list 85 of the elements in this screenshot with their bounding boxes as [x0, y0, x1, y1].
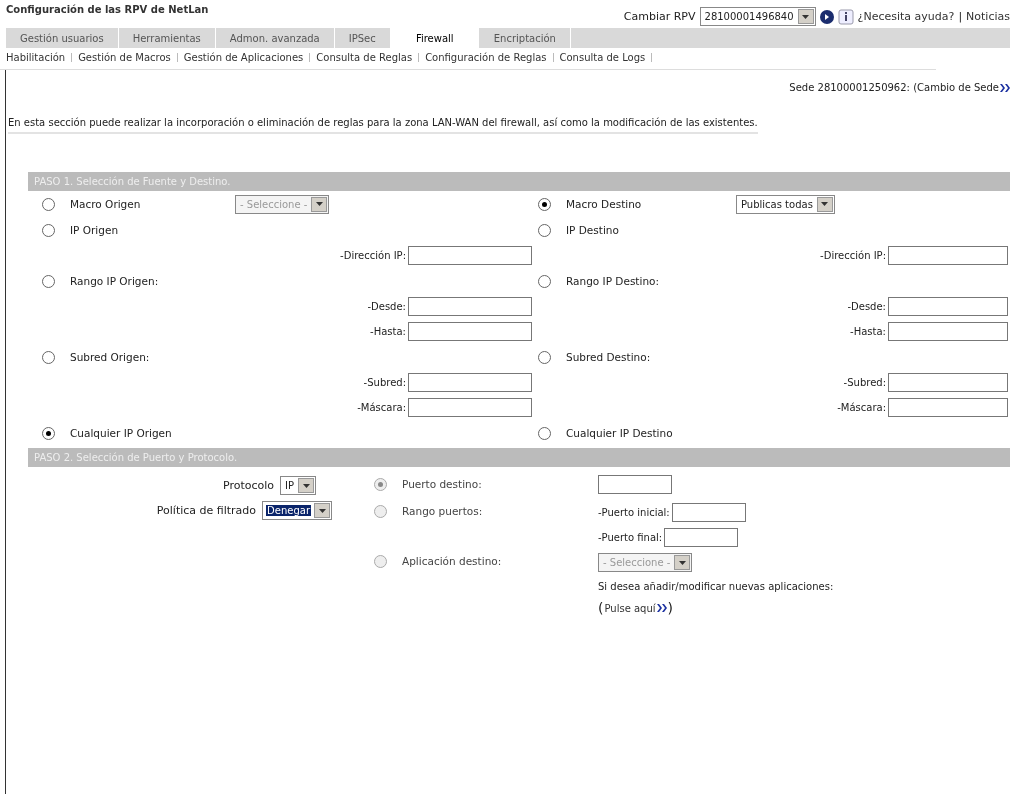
radio-button[interactable] — [538, 274, 551, 288]
radio-label: Subred Destino: — [566, 351, 652, 363]
dropdown[interactable]: Denegar — [262, 501, 332, 520]
text-field[interactable] — [888, 398, 1008, 417]
radio-label: Macro Destino — [566, 198, 643, 210]
radio-label: Puerto destino: — [402, 478, 483, 490]
setting-label: Protocolo — [222, 479, 274, 492]
field-label: -Desde: — [367, 301, 406, 312]
text-field[interactable] — [671, 503, 746, 522]
header-link[interactable]: Noticias — [966, 10, 1010, 23]
caret-icon — [821, 202, 829, 206]
field-label: -Máscara: — [837, 402, 886, 413]
rpv-dropdown[interactable]: 28100001496840 — [699, 7, 816, 26]
double-chevron-icon — [1000, 83, 1010, 92]
text-field[interactable] — [664, 528, 739, 547]
dropdown[interactable]: Publicas todas — [736, 194, 835, 214]
subnav-link[interactable]: Gestión de Aplicaciones — [183, 52, 304, 63]
field-label: -Hasta: — [370, 326, 406, 337]
field-label: -Hasta: — [850, 326, 886, 337]
subnav-link[interactable]: Consulta de Reglas — [316, 52, 413, 63]
radio-label: Aplicación destino: — [402, 555, 503, 567]
radio-label: Rango IP Destino: — [566, 275, 660, 287]
caret-icon — [802, 14, 810, 19]
radio-label: Rango IP Origen: — [70, 275, 160, 287]
radio-button[interactable] — [42, 426, 55, 440]
field-label: -Subred: — [843, 377, 886, 388]
field-label: -Puerto final: — [598, 532, 663, 543]
subnav-link[interactable]: Configuración de Reglas — [425, 52, 547, 63]
text-field[interactable] — [598, 475, 672, 494]
radio-label: IP Origen — [70, 224, 120, 236]
intro-text: En esta sección puede realizar la incorporación o eliminación de reglas para la zona LAN-WAN del firewall, así como la modificación de las existentes. — [8, 117, 758, 134]
tab[interactable]: Herramientas — [118, 28, 216, 48]
radio-button[interactable] — [538, 223, 551, 237]
text-field[interactable] — [888, 246, 1008, 265]
radio-label: Cualquier IP Origen — [70, 427, 173, 439]
radio-label: Macro Origen — [70, 198, 142, 210]
radio-button[interactable] — [42, 350, 55, 364]
subnav-link[interactable]: Consulta de Logs — [559, 52, 646, 63]
page-title: Configuración de las RPV de NetLan — [6, 4, 209, 15]
go-icon[interactable] — [819, 9, 834, 24]
field-label: -Puerto inicial: — [598, 507, 670, 518]
field-label: -Desde: — [847, 301, 886, 312]
radio-button[interactable] — [42, 223, 55, 237]
tab[interactable]: Admon. avanzada — [215, 28, 335, 48]
text-field[interactable] — [888, 297, 1008, 316]
parenthesis: ( — [598, 600, 604, 616]
text-field[interactable] — [408, 398, 532, 417]
radio-button[interactable] — [538, 350, 551, 364]
parenthesis: ) — [667, 600, 674, 616]
radio-button[interactable] — [42, 274, 55, 288]
radio-label: IP Destino — [566, 224, 620, 236]
tab[interactable]: Gestión usuarios — [6, 28, 119, 48]
info-icon[interactable] — [837, 8, 854, 25]
tab[interactable]: Encriptación — [479, 28, 571, 48]
radio-label: Rango puertos: — [402, 505, 484, 517]
radio-button[interactable] — [538, 197, 551, 211]
radio-button[interactable] — [538, 426, 551, 440]
caret-icon — [318, 508, 326, 513]
field-label: -Subred: — [363, 377, 406, 388]
radio-label: Subred Origen: — [70, 351, 151, 363]
text-field[interactable] — [888, 322, 1008, 341]
caret-icon — [302, 483, 310, 488]
tab[interactable]: IPSec — [334, 28, 391, 48]
text-field[interactable] — [408, 297, 532, 316]
field-label: -Máscara: — [357, 402, 406, 413]
radio-label: Cualquier IP Destino — [566, 427, 674, 439]
text-field[interactable] — [888, 373, 1008, 392]
header-link[interactable]: ¿Necesita ayuda? — [857, 10, 955, 23]
subnav-link[interactable]: Gestión de Macros — [78, 52, 171, 63]
subnav-link[interactable]: Habilitación — [6, 52, 66, 63]
help-text: Si desea añadir/modificar nuevas aplicaciones: — [598, 579, 835, 594]
caret-icon — [678, 560, 686, 565]
setting-label: Política de filtrado — [156, 504, 257, 517]
text-field[interactable] — [408, 373, 532, 392]
double-chevron-icon — [656, 604, 667, 612]
tab[interactable]: Firewall — [390, 28, 480, 48]
rpv-label: Cambiar RPV — [623, 10, 696, 23]
caret-icon — [315, 202, 323, 206]
field-label: -Dirección IP: — [820, 250, 886, 261]
sede-text: Sede 28100001250962: (Cambio de Sede — [789, 82, 999, 93]
separator: | — [958, 10, 963, 23]
field-label: -Dirección IP: — [340, 250, 406, 261]
text-field[interactable] — [408, 246, 532, 265]
dropdown[interactable]: IP — [280, 476, 316, 495]
text-field[interactable] — [408, 322, 532, 341]
